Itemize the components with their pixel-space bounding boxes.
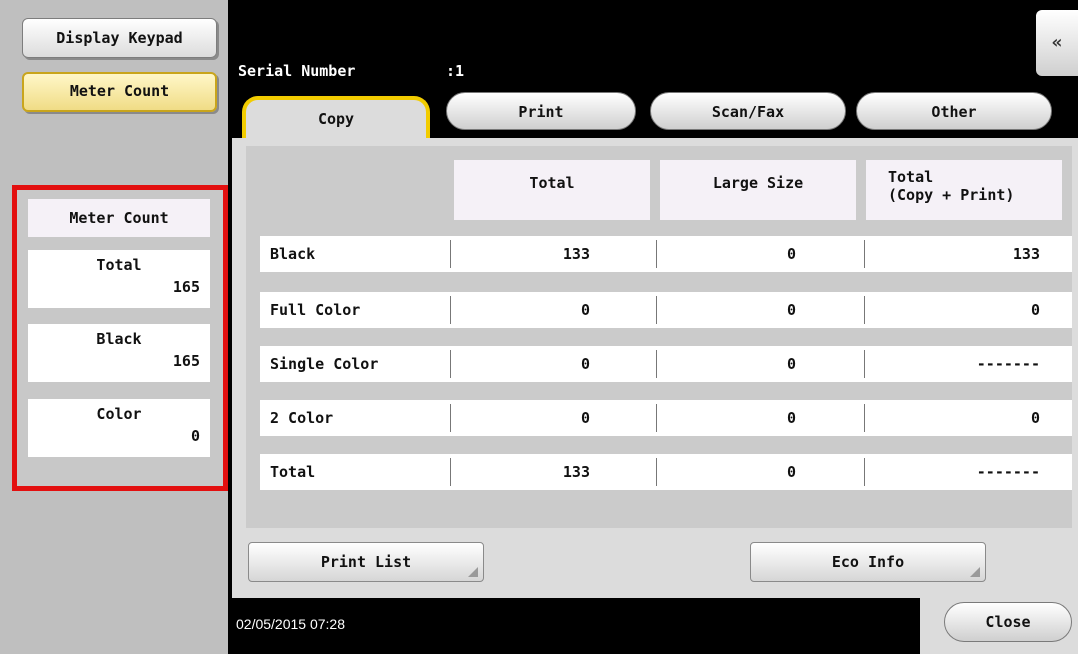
display-keypad-button[interactable]: Display Keypad <box>22 18 217 58</box>
cell-total-copy-print: 0 <box>1030 301 1040 319</box>
meter-count-title: Meter Count <box>28 199 210 237</box>
serial-number-value: :1 <box>446 62 465 80</box>
cell-total-copy-print: ------- <box>976 355 1040 373</box>
meter-total-label: Total <box>96 256 142 274</box>
tab-other[interactable]: Other <box>856 92 1052 130</box>
meter-count-button[interactable]: Meter Count <box>22 72 217 112</box>
serial-number-label: Serial Number <box>238 62 356 80</box>
eco-info-button[interactable]: Eco Info <box>750 542 986 582</box>
meter-total-value: 165 <box>172 278 200 296</box>
column-header-large-size: Large Size <box>660 160 856 220</box>
copy-counter-content: Total Large Size Total (Copy + Print) Bl… <box>232 138 1078 598</box>
print-list-button[interactable]: Print List <box>248 542 484 582</box>
tab-copy[interactable]: Copy <box>242 96 430 140</box>
row-label: Full Color <box>270 301 361 319</box>
left-panel: Display Keypad Meter Count Meter Count T… <box>0 0 228 654</box>
row-label: Single Color <box>270 355 379 373</box>
cell-large-size: 0 <box>786 245 796 263</box>
cell-total: 0 <box>580 355 590 373</box>
meter-black-card: Black 165 <box>28 324 210 382</box>
tab-scan-fax[interactable]: Scan/Fax <box>650 92 846 130</box>
eco-info-label: Eco Info <box>831 553 905 571</box>
meter-color-value: 0 <box>190 427 200 445</box>
cell-total-copy-print: 133 <box>1012 245 1040 263</box>
meter-total-card: Total 165 <box>28 250 210 308</box>
cell-large-size: 0 <box>786 463 796 481</box>
cell-total: 133 <box>562 245 590 263</box>
column-header-total-copy-print: Total (Copy + Print) <box>866 160 1062 220</box>
date-time-display: 02/05/2015 07:28 <box>236 616 345 632</box>
counter-table: Total Large Size Total (Copy + Print) Bl… <box>246 146 1072 528</box>
meter-count-panel: Meter Count Total 165 Black 165 Color 0 <box>12 185 228 491</box>
table-row: Total 133 0 ------- <box>260 454 1072 490</box>
corner-triangle-icon <box>468 567 478 577</box>
meter-black-label: Black <box>96 330 142 348</box>
corner-triangle-icon <box>970 567 980 577</box>
meter-color-card: Color 0 <box>28 399 210 457</box>
table-row: 2 Color 0 0 0 <box>260 400 1072 436</box>
cell-large-size: 0 <box>786 355 796 373</box>
tab-print[interactable]: Print <box>446 92 636 130</box>
table-row: Single Color 0 0 ------- <box>260 346 1072 382</box>
cell-total: 0 <box>580 301 590 319</box>
row-label: 2 Color <box>270 409 334 427</box>
main-panel: Serial Number :1 « Copy Print Scan/Fax O… <box>228 0 1078 654</box>
print-list-label: Print List <box>320 553 412 571</box>
cell-total-copy-print: ------- <box>976 463 1040 481</box>
meter-color-label: Color <box>96 405 142 423</box>
meter-black-value: 165 <box>172 352 200 370</box>
close-area: Close <box>920 598 1078 654</box>
row-label: Total <box>270 463 316 481</box>
cell-large-size: 0 <box>786 301 796 319</box>
column-header-total: Total <box>454 160 650 220</box>
row-label: Black <box>270 245 316 263</box>
close-button[interactable]: Close <box>944 602 1072 642</box>
cell-large-size: 0 <box>786 409 796 427</box>
collapse-arrow-icon[interactable]: « <box>1036 10 1078 76</box>
table-row: Black 133 0 133 <box>260 236 1072 272</box>
cell-total: 0 <box>580 409 590 427</box>
cell-total-copy-print: 0 <box>1030 409 1040 427</box>
table-row: Full Color 0 0 0 <box>260 292 1072 328</box>
cell-total: 133 <box>562 463 590 481</box>
